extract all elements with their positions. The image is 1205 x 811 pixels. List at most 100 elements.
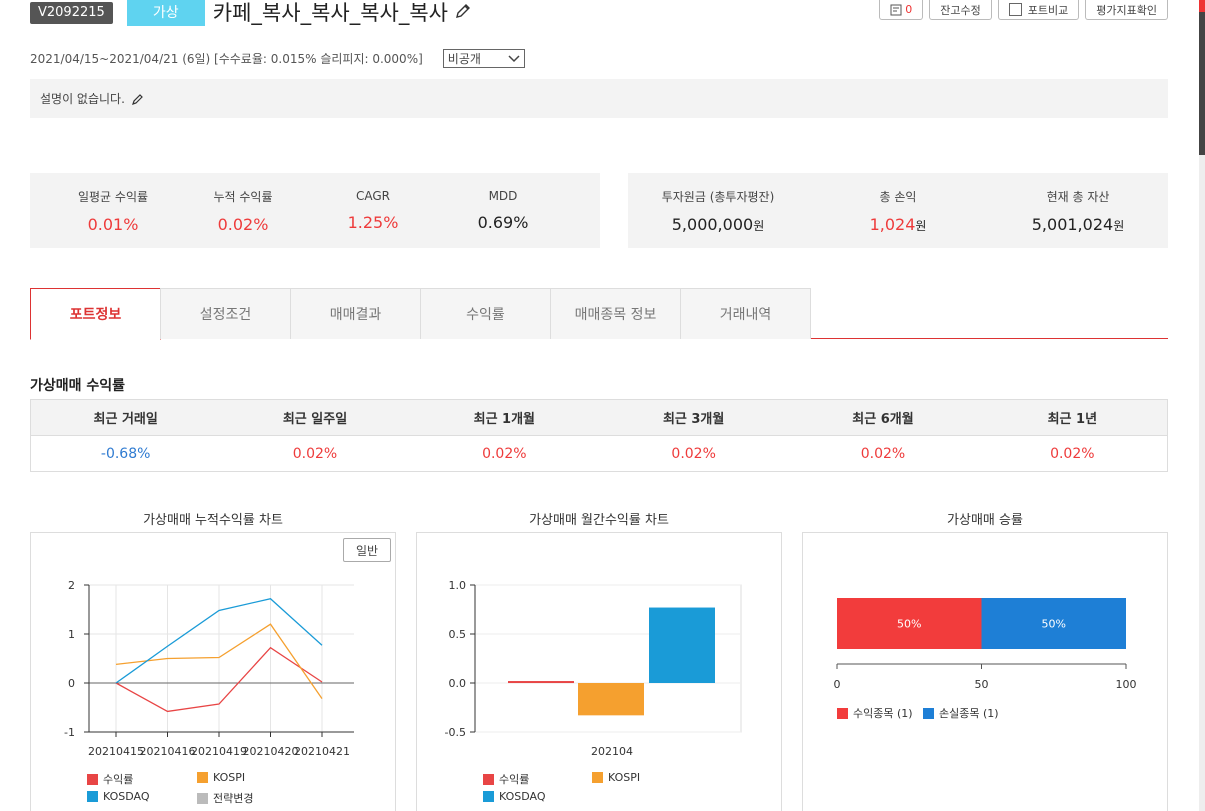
x-tick-label: 202104 — [591, 745, 633, 758]
stat-value: 1,024 — [869, 214, 916, 234]
stat-value: 1.25% — [347, 213, 399, 232]
monthly-return-chart: 1.0 0.5 0.0 -0.5 202104 수익률 KOSPI KOSDAQ — [416, 532, 782, 811]
cumulative-return-chart: 2 1 0 -1 20210415 20210416 20210419 20210420 202… — [30, 532, 396, 811]
y-tick-label: 1.0 — [449, 579, 467, 592]
winrate-chart-title: 가상매매 승률 — [947, 513, 1023, 528]
portfolio-header: V2092215 가상 카페_복사_복사_복사_복사 — [30, 0, 472, 26]
tab-settings[interactable]: 설정조건 — [160, 288, 291, 339]
chevron-down-icon — [508, 54, 520, 62]
tab-trade-results[interactable]: 매매결과 — [290, 288, 421, 339]
normal-scale-button[interactable]: 일반 — [343, 538, 391, 562]
y-tick-label: 0.5 — [449, 628, 467, 641]
returns-section-title: 가상매매 수익률 — [30, 378, 126, 394]
returns-table: 최근 거래일 최근 일주일 최근 1개월 최근 3개월 최근 6개월 최근 1년… — [30, 399, 1168, 472]
legend-swatch — [87, 773, 98, 785]
stat-value: 0.69% — [477, 213, 529, 232]
x-tick-label: 50 — [975, 678, 989, 691]
stat-cagr: CAGR 1.25% — [308, 189, 438, 232]
bar-1 — [578, 683, 644, 716]
returns-value-cell: 0.02% — [292, 445, 338, 462]
bar-2 — [649, 607, 715, 683]
returns-value-cell: 0.02% — [671, 445, 716, 462]
legend-label: 수익률 — [103, 773, 134, 786]
y-tick-label: 1 — [68, 628, 75, 641]
winrate-bar-label: 50% — [897, 618, 921, 631]
stat-unit: 원 — [753, 218, 765, 233]
returns-header-cell: 최근 6개월 — [852, 412, 914, 427]
stat-cumulative-return: 누적 수익률 0.02% — [178, 188, 308, 234]
legend-item: 손실종목 (1) — [923, 705, 999, 721]
portfolio-title: 카페_복사_복사_복사_복사 — [212, 1, 448, 25]
visibility-select[interactable]: 비공개 — [442, 49, 525, 68]
performance-stats-left: 일평균 수익률 0.01% 누적 수익률 0.02% CAGR 1.25% MD… — [30, 173, 600, 248]
legend-swatch — [483, 791, 494, 802]
performance-stats-right: 투자원금 (총투자평잔) 5,000,000원 총 손익 1,024원 현재 총… — [628, 173, 1168, 248]
portfolio-code-badge: V2092215 — [30, 2, 113, 24]
tab-port-info[interactable]: 포트정보 — [30, 288, 161, 340]
legend-label: KOSDAQ — [103, 790, 150, 803]
x-tick-label: 20210416 — [140, 745, 196, 758]
x-tick-label: 100 — [1116, 678, 1137, 691]
tab-transactions[interactable]: 거래내역 — [680, 288, 811, 339]
period-info: 2021/04/15~2021/04/21 (6일) [수수료율: 0.015%… — [30, 49, 525, 68]
tab-returns[interactable]: 수익률 — [420, 288, 551, 339]
stat-total-pnl: 총 손익 1,024원 — [808, 188, 988, 234]
stat-value: 0.02% — [217, 214, 269, 234]
stat-mdd: MDD 0.69% — [438, 189, 568, 232]
returns-header-cell: 최근 3개월 — [662, 412, 725, 427]
description-text: 설명이 없습니다. — [40, 92, 125, 106]
winrate-bar-label: 50% — [1042, 618, 1066, 631]
stat-label: CAGR — [355, 189, 390, 203]
tab-bar: 포트정보 설정조건 매매결과 수익률 매매종목 정보 거래내역 — [30, 288, 1168, 340]
legend-label: 전략변경 — [213, 792, 254, 805]
stat-total-assets: 현재 총 자산 5,001,024원 — [988, 188, 1168, 234]
returns-header-cell: 최근 일주일 — [282, 412, 348, 427]
compare-checkbox[interactable] — [1008, 3, 1022, 16]
memo-button[interactable]: 0 — [879, 0, 924, 20]
stat-label: 총 손익 — [879, 189, 917, 204]
stat-label: 누적 수익률 — [213, 189, 273, 204]
legend-item: KOSPI — [592, 771, 640, 784]
compare-label: 포트비교 — [1027, 3, 1069, 17]
returns-header-cell: 최근 1개월 — [473, 412, 536, 427]
evaluate-metrics-button[interactable]: 평가지표확인 — [1085, 0, 1168, 20]
legend-item: KOSDAQ — [87, 790, 150, 803]
y-tick-label: -0.5 — [445, 726, 466, 739]
stat-label: 투자원금 (총투자평잔) — [661, 189, 775, 204]
stat-principal: 투자원금 (총투자평잔) 5,000,000원 — [628, 188, 808, 234]
edit-title-pencil-icon[interactable] — [454, 2, 472, 24]
legend-swatch — [837, 707, 848, 719]
scrollbar-thumb[interactable] — [1199, 0, 1205, 155]
stat-label: MDD — [488, 189, 518, 203]
scrollbar[interactable] — [1199, 0, 1205, 811]
legend-swatch — [592, 772, 603, 783]
page: V2092215 가상 카페_복사_복사_복사_복사 0 잔고수정 포트비교 평… — [0, 0, 1205, 811]
returns-value-cell: 0.02% — [860, 445, 906, 462]
tab-stock-info[interactable]: 매매종목 정보 — [550, 288, 681, 339]
returns-value-cell: -0.68% — [100, 445, 151, 462]
x-tick-label: 20210419 — [191, 745, 247, 758]
cumulative-chart-title: 가상매매 누적수익률 차트 — [143, 513, 283, 528]
legend-swatch — [197, 772, 208, 783]
stat-value: 5,000,000 — [671, 214, 754, 234]
legend-label: KOSPI — [213, 771, 246, 784]
compare-portfolio-button[interactable]: 포트비교 — [997, 0, 1080, 20]
edit-description-pencil-icon[interactable] — [131, 92, 145, 106]
winrate-chart-svg: 50% 50% 0 50 100 — [834, 598, 1137, 691]
legend-label: 손실종목 (1) — [939, 707, 999, 720]
stat-value: 0.01% — [87, 214, 139, 234]
y-tick-label: -1 — [64, 726, 75, 739]
legend-label: 수익종목 (1) — [853, 707, 913, 720]
monthly-chart-svg: 1.0 0.5 0.0 -0.5 202104 — [445, 579, 742, 758]
legend-label: 수익률 — [499, 773, 530, 786]
stat-label: 일평균 수익률 — [77, 189, 149, 204]
stat-label: 현재 총 자산 — [1046, 189, 1110, 204]
legend-item: KOSPI — [197, 771, 245, 784]
legend-item: 수익종목 (1) — [837, 705, 913, 721]
legend-swatch — [483, 773, 494, 785]
virtual-type-badge: 가상 — [126, 0, 205, 26]
legend-item: KOSDAQ — [483, 790, 546, 803]
legend-swatch — [197, 792, 208, 804]
balance-edit-button[interactable]: 잔고수정 — [929, 0, 992, 20]
top-button-group: 0 잔고수정 포트비교 평가지표확인 — [879, 0, 1168, 20]
